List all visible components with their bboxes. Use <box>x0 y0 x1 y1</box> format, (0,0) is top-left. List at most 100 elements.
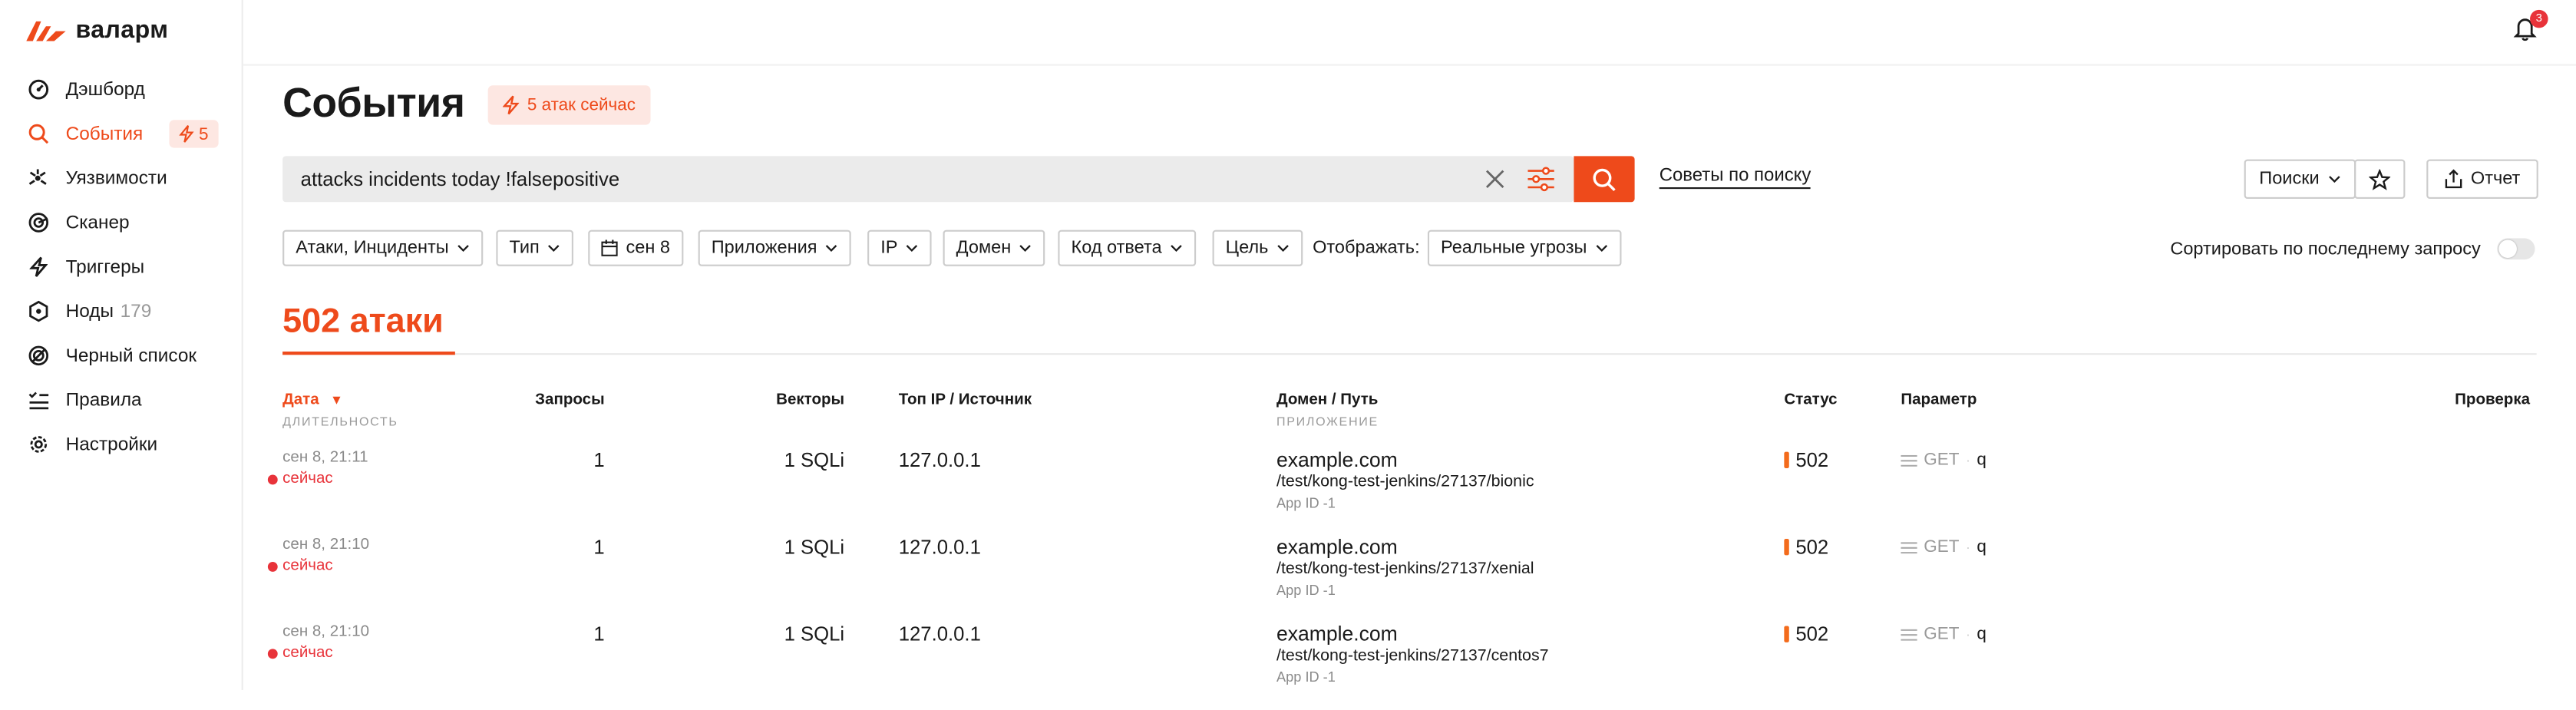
filter-label: Домен <box>956 238 1012 259</box>
filter-type[interactable]: Тип <box>496 230 574 266</box>
status-code: 502 <box>1795 535 1829 559</box>
sidebar-item-triggers[interactable]: Триггеры <box>0 245 242 289</box>
param-method: GET <box>1924 624 1960 644</box>
events-attack-badge: 5 <box>169 120 219 148</box>
chevron-down-icon <box>457 245 470 253</box>
search-tips-link[interactable]: Советы по поиску <box>1659 166 1811 190</box>
row-domain: example.com <box>1276 535 1398 559</box>
saved-searches-button[interactable]: Поиски <box>2244 159 2356 199</box>
dashboard-icon <box>26 78 49 101</box>
sidebar-item-label: Настройки <box>65 434 158 454</box>
filter-target[interactable]: Цель <box>1212 230 1303 266</box>
sidebar: валарм Дэшборд События 5 Уязвимости Скан… <box>0 0 243 690</box>
sidebar-item-rules[interactable]: Правила <box>0 378 242 422</box>
request-icon <box>1901 454 1917 466</box>
sidebar-nav: Дэшборд События 5 Уязвимости Сканер Триг… <box>0 68 242 467</box>
filter-label: Приложения <box>711 238 817 259</box>
column-date-label: Дата <box>282 391 319 409</box>
column-param: Параметр <box>1901 391 1977 409</box>
table-row[interactable]: сен 8, 21:10 сейчас 1 1 SQLi 127.0.0.1 e… <box>267 535 2536 622</box>
filter-applications[interactable]: Приложения <box>698 230 852 266</box>
sort-label: Сортировать по последнему запросу <box>2170 239 2481 260</box>
row-duration: сейчас <box>267 644 333 662</box>
sort-desc-icon: ▼ <box>329 392 343 408</box>
row-duration-label: сейчас <box>282 556 333 576</box>
table-row[interactable]: сен 8, 21:11 сейчас 1 1 SQLi 127.0.0.1 e… <box>267 448 2536 535</box>
column-check: Проверка <box>2455 391 2531 409</box>
sort-toggle[interactable] <box>2497 238 2535 260</box>
chevron-down-icon <box>1020 245 1032 253</box>
sidebar-item-scanner[interactable]: Сканер <box>0 200 242 245</box>
scanner-icon <box>26 211 49 234</box>
status-indicator <box>1784 451 1789 468</box>
sidebar-item-dashboard[interactable]: Дэшборд <box>0 68 242 112</box>
sidebar-item-label: Дэшборд <box>65 79 145 100</box>
notifications-button[interactable]: 3 <box>2513 9 2548 42</box>
blacklist-icon <box>26 344 49 367</box>
row-ip: 127.0.0.1 <box>898 448 981 472</box>
filter-attack-type[interactable]: Атаки, Инциденты <box>282 230 484 266</box>
attacks-now-badge[interactable]: 5 атак сейчас <box>487 84 651 124</box>
badge-count: 5 <box>198 124 209 144</box>
close-icon <box>1485 170 1504 188</box>
row-app: App ID -1 <box>1276 669 1336 685</box>
row-app: App ID -1 <box>1276 581 1336 599</box>
row-vectors: 1 SQLi <box>784 622 845 646</box>
live-dot <box>267 560 278 571</box>
filter-ip[interactable]: IP <box>867 230 933 266</box>
nodes-icon <box>26 300 49 323</box>
clear-search-button[interactable] <box>1484 167 1507 190</box>
row-duration: сейчас <box>267 470 333 488</box>
row-duration-label: сейчас <box>282 470 333 488</box>
topbar: 3 <box>243 0 2576 66</box>
row-domain: example.com <box>1276 622 1398 646</box>
live-dot <box>267 474 278 484</box>
show-select[interactable]: Реальные угрозы <box>1427 230 1622 266</box>
filters-row: Атаки, Инциденты Тип сен 8 Приложения IP… <box>282 230 2536 266</box>
report-button[interactable]: Отчет <box>2426 159 2538 199</box>
toggle-knob <box>2498 239 2517 259</box>
row-requests: 1 <box>593 535 605 559</box>
filter-domain[interactable]: Домен <box>943 230 1046 266</box>
search-button[interactable] <box>1574 156 1635 203</box>
table-row[interactable]: сен 8, 21:10 сейчас 1 1 SQLi 127.0.0.1 e… <box>267 622 2536 709</box>
logo[interactable]: валарм <box>26 16 168 45</box>
lightning-icon <box>179 125 194 143</box>
param-name: q <box>1977 624 1986 644</box>
sidebar-item-settings[interactable]: Настройки <box>0 422 242 467</box>
filter-settings-button[interactable] <box>1526 166 1556 192</box>
chevron-down-icon <box>2328 176 2340 183</box>
rules-icon <box>26 388 49 411</box>
sidebar-item-events[interactable]: События 5 <box>0 112 242 157</box>
column-vectors: Векторы <box>776 391 845 409</box>
save-search-button[interactable] <box>2354 159 2406 199</box>
row-ip: 127.0.0.1 <box>898 535 981 559</box>
filter-response-code[interactable]: Код ответа <box>1058 230 1197 266</box>
filter-label: Тип <box>509 238 540 259</box>
page-title: События <box>282 80 465 127</box>
filter-label: Код ответа <box>1071 238 1162 259</box>
title-row: События 5 атак сейчас <box>282 80 651 128</box>
row-path: /test/kong-test-jenkins/27137/xenial <box>1276 560 1534 579</box>
search-input[interactable] <box>282 166 1455 193</box>
search-icon <box>1593 167 1616 190</box>
filter-date[interactable]: сен 8 <box>588 230 684 266</box>
sidebar-item-label: Ноды <box>65 301 114 322</box>
param-name: q <box>1977 450 1986 471</box>
request-icon <box>1901 628 1917 640</box>
sidebar-item-nodes[interactable]: Ноды 179 <box>0 289 242 334</box>
sidebar-item-vulnerabilities[interactable]: Уязвимости <box>0 156 242 200</box>
row-param: GET · q <box>1901 450 1986 470</box>
row-requests: 1 <box>593 622 605 646</box>
sidebar-item-blacklist[interactable]: Черный список <box>0 333 242 378</box>
search-box <box>282 156 1574 203</box>
vulnerability-icon <box>26 167 49 190</box>
chevron-down-icon <box>826 245 838 253</box>
row-status: 502 <box>1784 536 1828 559</box>
calendar-icon <box>601 239 618 256</box>
chevron-down-icon <box>548 245 560 253</box>
notifications-badge: 3 <box>2530 9 2548 28</box>
column-date[interactable]: Дата ▼ <box>282 391 343 409</box>
filter-label: Цель <box>1225 238 1269 259</box>
status-code: 502 <box>1795 622 1829 646</box>
